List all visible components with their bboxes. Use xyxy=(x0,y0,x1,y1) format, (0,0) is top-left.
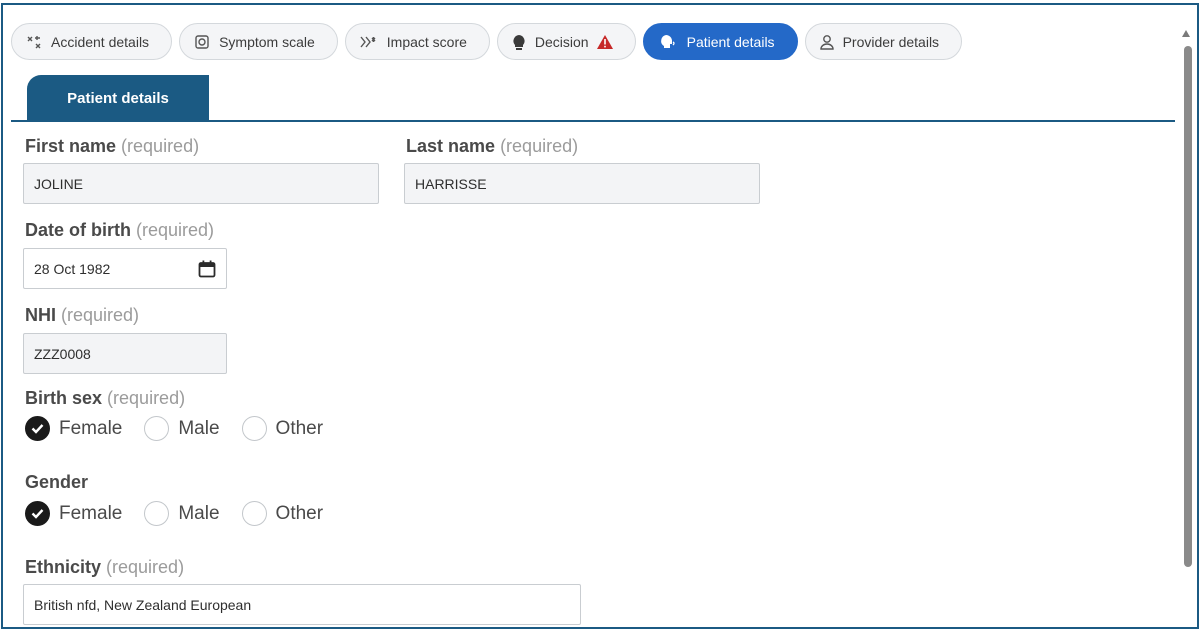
tab-label: Symptom scale xyxy=(219,33,315,50)
ethnicity-label: Ethnicity (required) xyxy=(25,557,185,577)
nhi-label: NHI (required) xyxy=(25,305,140,325)
tab-symptom-scale[interactable]: Symptom scale xyxy=(179,23,338,60)
person-icon xyxy=(819,34,834,50)
last-name-label: Last name (required) xyxy=(406,136,579,156)
patient-head-icon xyxy=(658,34,678,50)
tab-label: Accident details xyxy=(51,33,150,50)
tab-accident-details[interactable]: Accident details xyxy=(11,23,173,60)
required-hint: (required) xyxy=(107,388,186,408)
required-hint: (required) xyxy=(121,136,200,156)
birth-sex-label: Birth sex (required) xyxy=(25,388,186,408)
step-tabs: Accident details Symptom scale Impact sc… xyxy=(11,23,963,63)
dob-date-field[interactable]: 28 Oct 1982 xyxy=(23,248,227,289)
tab-label: Decision xyxy=(534,33,589,50)
required-hint: (required) xyxy=(136,220,215,240)
tab-patient-details[interactable]: Patient details xyxy=(642,23,798,60)
patient-details-panel: Accident details Symptom scale Impact sc… xyxy=(1,3,1199,629)
radio-circle[interactable] xyxy=(241,501,267,526)
tab-impact-score[interactable]: Impact score xyxy=(344,23,490,60)
gender-female-radio[interactable]: Female xyxy=(25,501,122,526)
required-hint: (required) xyxy=(106,557,185,577)
required-hint: (required) xyxy=(61,305,140,325)
section-divider xyxy=(11,120,1175,122)
section-tab-patient-details[interactable]: Patient details xyxy=(27,75,209,122)
dob-label: Date of birth (required) xyxy=(25,220,215,240)
required-hint: (required) xyxy=(500,136,579,156)
gender-radio-group: Female Male Other xyxy=(25,501,345,526)
radio-circle[interactable] xyxy=(241,416,267,441)
tab-label: Provider details xyxy=(842,33,940,50)
nhi-field[interactable]: ZZZ0008 xyxy=(23,333,227,374)
tab-provider-details[interactable]: Provider details xyxy=(804,23,963,60)
gender-other-radio[interactable]: Other xyxy=(241,501,323,526)
checkmark-icon[interactable] xyxy=(25,501,50,526)
tab-label: Patient details xyxy=(686,33,775,50)
first-name-field[interactable]: JOLINE xyxy=(23,163,379,204)
gender-male-radio[interactable]: Male xyxy=(144,501,220,526)
birth-sex-female-radio[interactable]: Female xyxy=(25,416,122,441)
radio-circle[interactable] xyxy=(144,416,170,441)
radio-circle[interactable] xyxy=(144,501,170,526)
last-name-field[interactable]: HARRISSE xyxy=(404,163,760,204)
gender-label: Gender xyxy=(25,472,89,492)
tab-label: Impact score xyxy=(386,33,467,50)
first-name-label: First name (required) xyxy=(25,136,200,156)
scrollbar-thumb[interactable] xyxy=(1184,46,1192,567)
checkmark-icon[interactable] xyxy=(25,416,50,441)
lightbulb-icon xyxy=(512,34,526,50)
accident-icon xyxy=(26,35,42,49)
scroll-up-arrow-icon[interactable] xyxy=(1182,30,1190,37)
calendar-icon[interactable] xyxy=(198,260,216,281)
ethnicity-field[interactable]: British nfd, New Zealand European xyxy=(23,584,581,625)
birth-sex-male-radio[interactable]: Male xyxy=(144,416,220,441)
tab-decision[interactable]: Decision xyxy=(496,23,636,60)
scale-icon xyxy=(194,34,210,50)
warning-triangle-icon xyxy=(596,34,613,49)
birth-sex-other-radio[interactable]: Other xyxy=(241,416,323,441)
birth-sex-radio-group: Female Male Other xyxy=(25,416,345,441)
impact-icon xyxy=(360,35,378,49)
